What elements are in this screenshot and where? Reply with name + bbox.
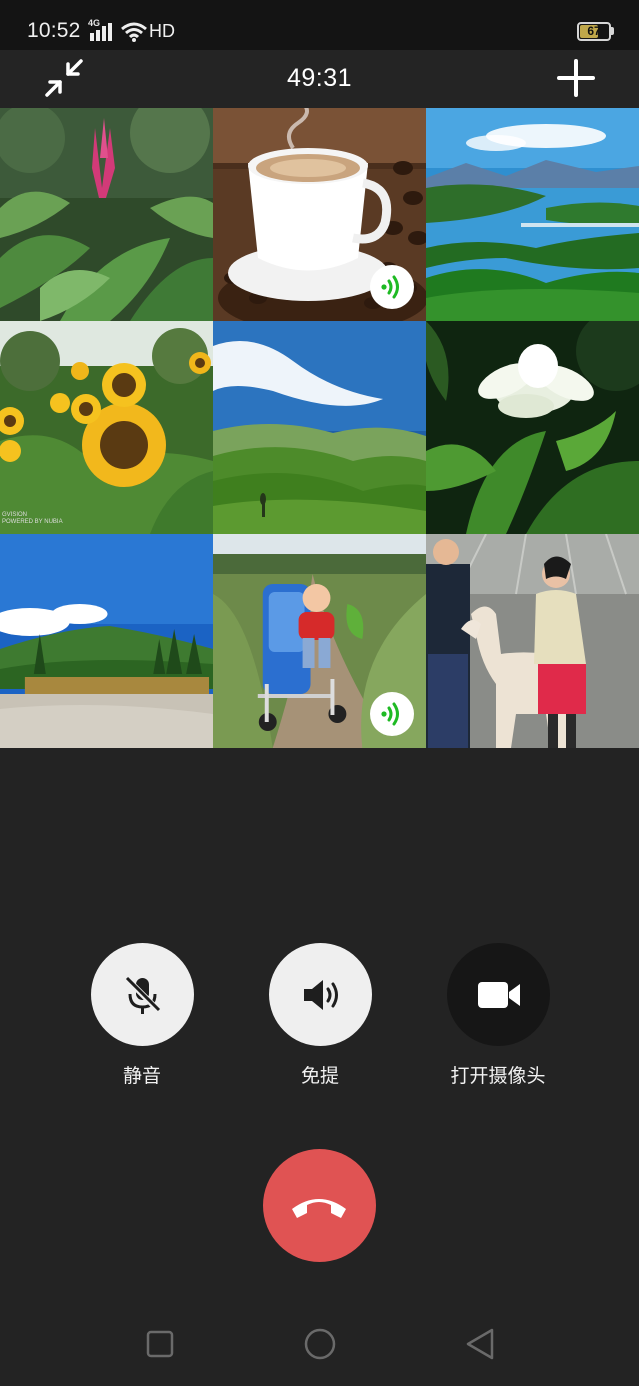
home-icon[interactable] — [302, 1326, 338, 1362]
mute-button[interactable] — [90, 943, 194, 1046]
participant-tile-green-hills[interactable] — [213, 321, 426, 534]
hd-label: HD — [149, 21, 175, 41]
recent-apps-icon[interactable] — [142, 1326, 178, 1362]
video-feed-green-hills — [213, 321, 426, 534]
video-feed-flowers — [0, 108, 213, 321]
video-feed-lake — [426, 108, 639, 321]
mute-label: 静音 — [122, 1065, 161, 1087]
speaker-icon — [303, 980, 338, 1010]
camera-label: 打开摄像头 — [450, 1065, 546, 1087]
camera-button[interactable] — [446, 943, 550, 1046]
status-time: 10:52 — [27, 19, 81, 42]
wifi-icon — [121, 22, 147, 42]
participant-tile-mountain[interactable] — [0, 534, 213, 748]
video-feed-white-flower — [426, 321, 639, 534]
video-feed-alpaca — [426, 534, 639, 748]
participant-tile-alpaca[interactable] — [426, 534, 639, 748]
speaking-indicator — [370, 692, 414, 736]
battery-tip — [611, 27, 614, 35]
participant-tile-lake[interactable] — [426, 108, 639, 321]
add-participant-icon[interactable] — [556, 58, 596, 98]
speaker-button[interactable] — [268, 943, 372, 1046]
video-feed-sunflowers — [0, 321, 213, 534]
battery-level: 67 — [587, 24, 601, 38]
speaker-control: 免提 — [268, 943, 372, 1088]
speaking-wave-icon — [381, 702, 399, 726]
camera-watermark-text: GVISION POWERED BY NUBIA — [2, 512, 63, 525]
battery-icon: 67 — [577, 22, 611, 41]
hang-up-button[interactable] — [263, 1149, 376, 1262]
signal-icon — [90, 23, 112, 41]
participant-tile-baby[interactable] — [213, 534, 426, 748]
speaking-wave-icon — [381, 275, 399, 299]
video-grid: GVISION POWERED BY NUBIA — [0, 108, 639, 748]
participant-tile-sunflowers[interactable]: GVISION POWERED BY NUBIA — [0, 321, 213, 534]
video-camera-icon — [477, 982, 520, 1008]
participant-tile-flowers[interactable] — [0, 108, 213, 321]
back-icon[interactable] — [462, 1326, 498, 1362]
hang-up-phone-icon — [292, 1199, 346, 1218]
speaker-label: 免提 — [300, 1065, 339, 1087]
camera-watermark: GVISION POWERED BY NUBIA — [2, 512, 63, 526]
camera-control: 打开摄像头 — [446, 943, 550, 1088]
speaking-indicator — [370, 265, 414, 309]
participant-tile-white-flower[interactable] — [426, 321, 639, 534]
video-feed-mountain — [0, 534, 213, 748]
participant-tile-coffee[interactable] — [213, 108, 426, 321]
mute-control: 静音 — [90, 943, 194, 1088]
status-bar: 10:52 4G HD 67 — [0, 0, 639, 50]
mute-microphone-icon — [123, 975, 161, 1014]
call-duration: 49:31 — [286, 64, 353, 92]
call-header: 49:31 — [0, 50, 639, 108]
